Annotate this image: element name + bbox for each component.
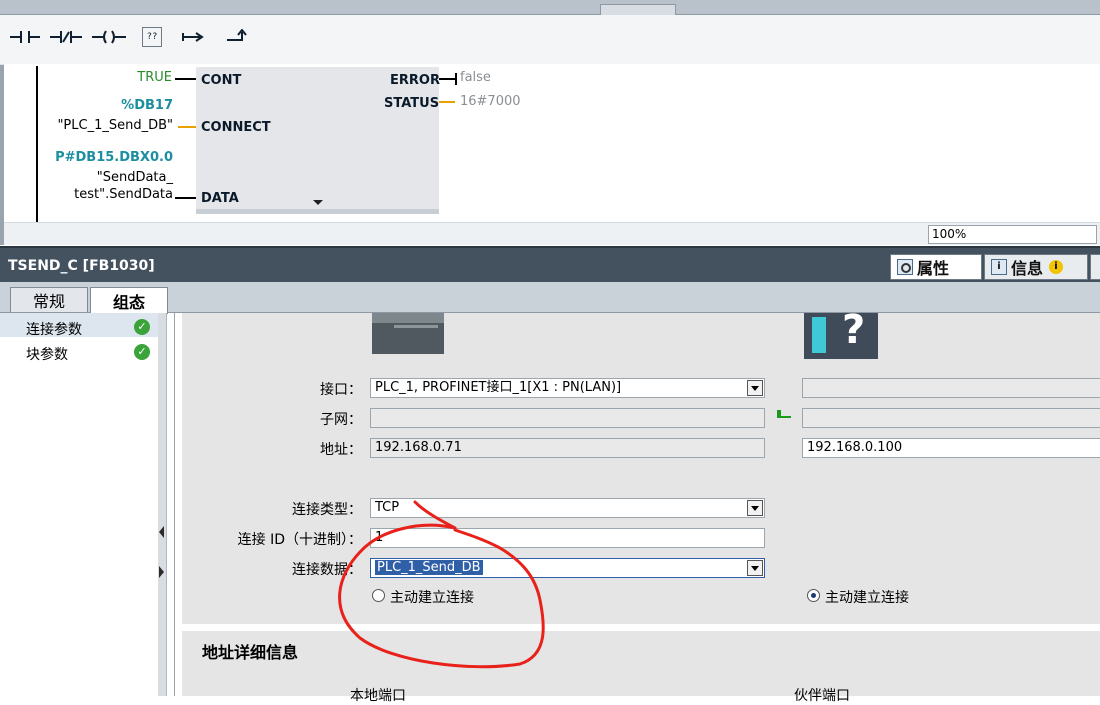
error-wire-end — [455, 73, 457, 85]
address-details-section: 地址详细信息 本地端口 伙伴端口 — [182, 631, 1100, 704]
nav-item-block-params[interactable]: 块参数 — [26, 344, 68, 364]
local-address-field: 192.168.0.71 — [370, 438, 765, 458]
address-label: 地址： — [320, 442, 362, 458]
block-interface-tab[interactable] — [600, 4, 676, 15]
connection-config-panel: ? 接口： PLC_1, PROFINET接口_1[X1 : PN(LAN)] … — [182, 307, 1100, 624]
interface-label: 接口： — [320, 382, 362, 398]
tab-info-label: 信息 — [1011, 259, 1044, 278]
connection-type-select[interactable]: TCP — [370, 498, 765, 518]
connection-data-label: 连接数据： — [292, 562, 362, 578]
empty-box-icon[interactable]: ?? — [140, 23, 164, 51]
check-ok-icon: ✓ — [134, 344, 150, 360]
zoom-field[interactable]: 100% — [928, 225, 1097, 244]
address-details-title: 地址详细信息 — [202, 643, 299, 662]
properties-icon — [897, 259, 913, 275]
error-value: false — [460, 70, 491, 85]
tsend-c-block[interactable]: CONT CONNECT DATA ERROR STATUS — [196, 67, 440, 214]
data-address: P#DB15.DBX0.0 — [55, 150, 173, 165]
status-wire — [439, 101, 455, 103]
inspector-titlebar: TSEND_C [FB1030] 属性 i 信息 i — [0, 246, 1100, 284]
expand-right-icon[interactable] — [159, 566, 164, 578]
error-wire — [439, 78, 455, 80]
connection-id-input[interactable]: 1 — [370, 528, 765, 548]
config-nav: 连接参数 ✓ 块参数 ✓ — [0, 313, 159, 696]
local-plc-image — [372, 313, 444, 354]
pin-cont: CONT — [201, 73, 242, 88]
collapse-left-icon[interactable] — [159, 526, 164, 538]
data-operand-line1[interactable]: "SendData_ — [40, 170, 173, 185]
inspector-subtabs: 常规 组态 — [0, 282, 1100, 314]
local-active-radio[interactable] — [372, 589, 385, 602]
connection-type-value: TCP — [375, 500, 400, 515]
no-contact-icon[interactable] — [8, 23, 42, 51]
tab-general[interactable]: 常规 — [10, 287, 88, 312]
tab-info[interactable]: i 信息 i — [984, 254, 1088, 280]
block-interface-strip — [0, 0, 1100, 15]
open-branch-icon[interactable] — [180, 23, 206, 51]
connect-address: %DB17 — [121, 98, 173, 113]
partner-address-field[interactable]: 192.168.0.100 — [802, 438, 1100, 458]
chevron-down-icon[interactable] — [747, 500, 763, 516]
network-link-icon — [777, 410, 791, 420]
connection-id-label: 连接 ID（十进制）： — [237, 532, 362, 548]
pin-status: STATUS — [384, 96, 440, 111]
partner-interface-field — [802, 378, 1100, 398]
connect-operand[interactable]: "PLC_1_Send_DB" — [20, 118, 173, 133]
data-operand-line2[interactable]: test".SendData — [30, 187, 173, 202]
close-branch-icon[interactable] — [224, 23, 250, 51]
status-value: 16#7000 — [460, 94, 521, 109]
nav-splitter[interactable] — [158, 313, 167, 696]
tab-properties[interactable]: 属性 — [890, 254, 982, 280]
tab-properties-label: 属性 — [917, 259, 950, 278]
chevron-down-icon[interactable] — [747, 560, 763, 576]
local-port-header: 本地端口 — [350, 688, 406, 704]
interface-value: PLC_1, PROFINET接口_1[X1 : PN(LAN)] — [375, 380, 622, 395]
connection-data-value: PLC_1_Send_DB — [375, 560, 483, 575]
connection-type-label: 连接类型： — [292, 502, 362, 518]
info-badge-icon: i — [1049, 260, 1064, 274]
nc-contact-icon[interactable] — [48, 23, 84, 51]
block-expand-icon[interactable] — [313, 200, 323, 205]
partner-active-label[interactable]: 主动建立连接 — [825, 587, 909, 607]
local-active-label[interactable]: 主动建立连接 — [390, 587, 474, 607]
partner-port-header: 伙伴端口 — [794, 688, 850, 704]
cont-value[interactable]: TRUE — [100, 70, 172, 85]
check-ok-icon: ✓ — [134, 319, 150, 335]
data-wire — [175, 197, 196, 199]
partner-subnet-field — [802, 408, 1100, 428]
pin-data: DATA — [201, 191, 239, 206]
chevron-down-icon[interactable] — [747, 380, 763, 396]
subnet-label: 子网： — [320, 412, 362, 428]
panel-divider — [174, 313, 175, 696]
tab-config[interactable]: 组态 — [90, 287, 168, 314]
pin-connect: CONNECT — [201, 120, 271, 135]
connection-data-select[interactable]: PLC_1_Send_DB — [370, 558, 765, 578]
partner-active-radio[interactable] — [807, 589, 820, 602]
lad-toolbar: ?? — [0, 15, 1100, 65]
pin-error: ERROR — [390, 73, 440, 88]
info-tab-icon: i — [991, 259, 1007, 275]
nav-item-connection-params[interactable]: 连接参数 — [26, 319, 82, 339]
connect-wire — [178, 126, 196, 128]
cont-wire — [175, 78, 196, 80]
subnet-field — [370, 408, 765, 428]
coil-icon[interactable] — [90, 23, 128, 51]
tab-diagnostics[interactable] — [1090, 254, 1100, 280]
partner-unknown-icon: ? — [804, 307, 878, 359]
interface-select[interactable]: PLC_1, PROFINET接口_1[X1 : PN(LAN)] — [370, 378, 765, 398]
inspector-title: TSEND_C [FB1030] — [8, 258, 155, 274]
